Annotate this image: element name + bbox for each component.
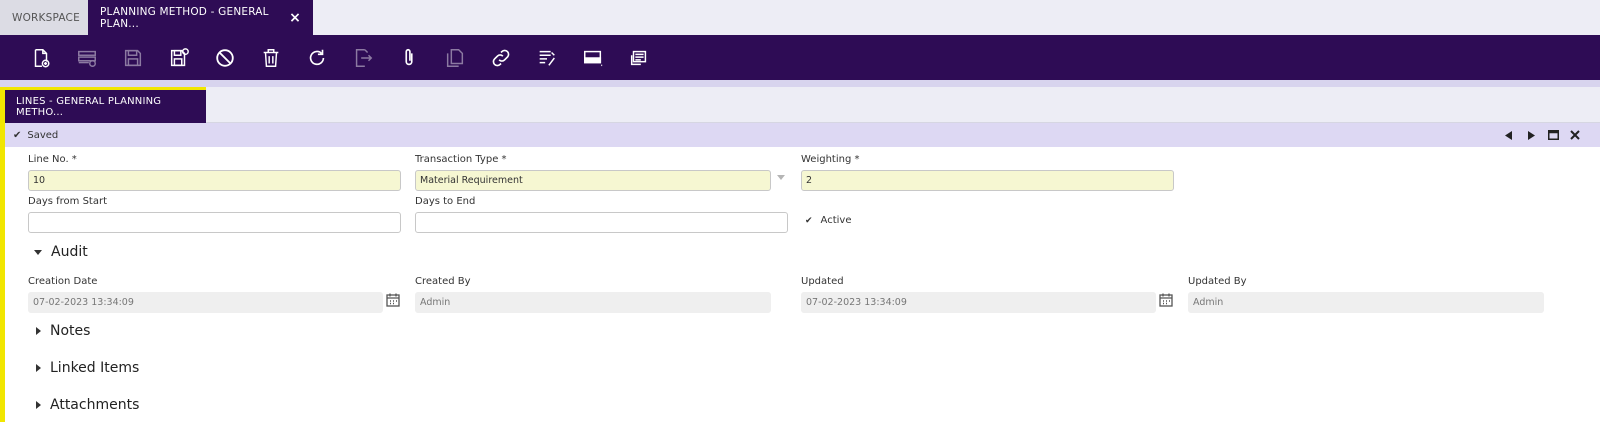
grid-view-icon <box>584 50 603 66</box>
audit-trail-button[interactable] <box>532 43 562 73</box>
close-form-button[interactable] <box>1564 123 1586 147</box>
export-icon <box>355 48 373 67</box>
record-navigation <box>1498 123 1586 147</box>
transaction-type-label: Transaction Type * <box>415 154 507 165</box>
days-from-start-label: Days from Start <box>28 196 108 207</box>
updated-by-label: Updated By <box>1188 276 1247 287</box>
updated-input <box>801 292 1156 313</box>
chevron-right-icon <box>36 401 41 409</box>
line-no-field: Line No. * <box>28 154 401 191</box>
save-and-close-button[interactable] <box>164 43 194 73</box>
copy-record-button[interactable] <box>440 43 470 73</box>
created-by-label: Created By <box>415 276 471 287</box>
tab-planning-method-label: PLANNING METHOD - GENERAL PLAN... <box>100 5 269 30</box>
subtab-bar: LINES - GENERAL PLANNING METHO... <box>5 87 1600 123</box>
status-text: Saved <box>27 129 59 141</box>
updated-label: Updated <box>801 276 844 287</box>
audit-trail-icon <box>539 50 555 66</box>
maximize-icon <box>1547 130 1559 140</box>
top-tab-bar: WORKSPACE PLANNING METHOD - GENERAL PLAN… <box>0 0 1600 35</box>
created-by-input <box>415 292 771 313</box>
new-row-icon <box>78 50 96 67</box>
section-notes[interactable]: Notes <box>34 323 90 339</box>
link-button[interactable] <box>486 43 516 73</box>
line-no-input[interactable] <box>28 170 401 191</box>
tab-planning-method[interactable]: PLANNING METHOD - GENERAL PLAN... × <box>88 0 313 35</box>
section-linked-items-label: Linked Items <box>50 360 140 376</box>
chevron-right-icon <box>36 364 41 372</box>
weighting-input[interactable] <box>801 170 1174 191</box>
check-icon: ✔ <box>13 129 22 141</box>
created-by-field: Created By <box>415 276 771 313</box>
calendar-icon[interactable] <box>385 292 401 308</box>
notes-button[interactable] <box>624 43 654 73</box>
new-row-button[interactable] <box>72 43 102 73</box>
copy-record-icon <box>446 48 464 67</box>
section-notes-label: Notes <box>50 323 91 339</box>
attachment-button[interactable] <box>394 43 424 73</box>
delete-button[interactable] <box>256 43 286 73</box>
refresh-icon <box>309 49 325 65</box>
maximize-button[interactable] <box>1542 123 1564 147</box>
updated-field: Updated <box>801 276 1173 313</box>
save-and-close-icon <box>170 47 189 66</box>
close-icon[interactable]: × <box>289 10 301 26</box>
weighting-field: Weighting * <box>801 154 1174 191</box>
calendar-icon[interactable] <box>1158 292 1174 308</box>
active-checkbox[interactable]: ✔ Active <box>805 215 851 226</box>
section-attachments[interactable]: Attachments <box>34 397 139 413</box>
new-document-icon <box>34 48 50 67</box>
creation-date-field: Creation Date <box>28 276 400 313</box>
updated-by-field: Updated By <box>1188 276 1544 313</box>
save-icon <box>124 49 142 66</box>
next-record-button[interactable] <box>1520 123 1542 147</box>
updated-by-input <box>1188 292 1544 313</box>
new-document-button[interactable] <box>26 43 56 73</box>
active-label: Active <box>820 215 852 226</box>
close-icon <box>1570 130 1580 140</box>
days-to-end-input[interactable] <box>415 212 788 233</box>
section-audit-label: Audit <box>51 244 88 260</box>
days-to-end-label: Days to End <box>415 196 476 207</box>
attachment-icon <box>405 48 413 65</box>
checkmark-icon: ✔ <box>805 215 813 226</box>
tab-lines[interactable]: LINES - GENERAL PLANNING METHO... <box>5 87 206 123</box>
section-audit[interactable]: Audit <box>34 244 88 260</box>
next-icon <box>1528 130 1535 140</box>
chevron-down-icon <box>34 249 42 255</box>
toolbar <box>0 35 1600 80</box>
undo-cancel-icon <box>216 48 234 67</box>
previous-record-button[interactable] <box>1498 123 1520 147</box>
creation-date-label: Creation Date <box>28 276 98 287</box>
refresh-button[interactable] <box>302 43 332 73</box>
export-button[interactable] <box>348 43 378 73</box>
tab-workspace[interactable]: WORKSPACE <box>0 0 88 35</box>
undo-button[interactable] <box>210 43 240 73</box>
weighting-label: Weighting * <box>801 154 860 165</box>
previous-icon <box>1505 130 1512 140</box>
creation-date-input <box>28 292 383 313</box>
transaction-type-select[interactable] <box>415 170 771 191</box>
chevron-right-icon <box>36 327 41 335</box>
grid-view-button[interactable] <box>578 43 608 73</box>
days-from-start-input[interactable] <box>28 212 401 233</box>
delete-icon <box>263 48 279 67</box>
toolbar-underline <box>0 80 1600 87</box>
chevron-down-icon[interactable] <box>777 175 785 180</box>
status-bar: ✔ Saved <box>5 123 1600 147</box>
transaction-type-field: Transaction Type * <box>415 154 785 191</box>
link-icon <box>492 49 510 66</box>
section-linked-items[interactable]: Linked Items <box>34 360 139 376</box>
notes-icon <box>630 50 647 65</box>
days-to-end-field: Days to End <box>415 196 788 233</box>
line-no-label: Line No. * <box>28 154 77 165</box>
section-attachments-label: Attachments <box>50 397 140 413</box>
save-button[interactable] <box>118 43 148 73</box>
days-from-start-field: Days from Start <box>28 196 401 233</box>
